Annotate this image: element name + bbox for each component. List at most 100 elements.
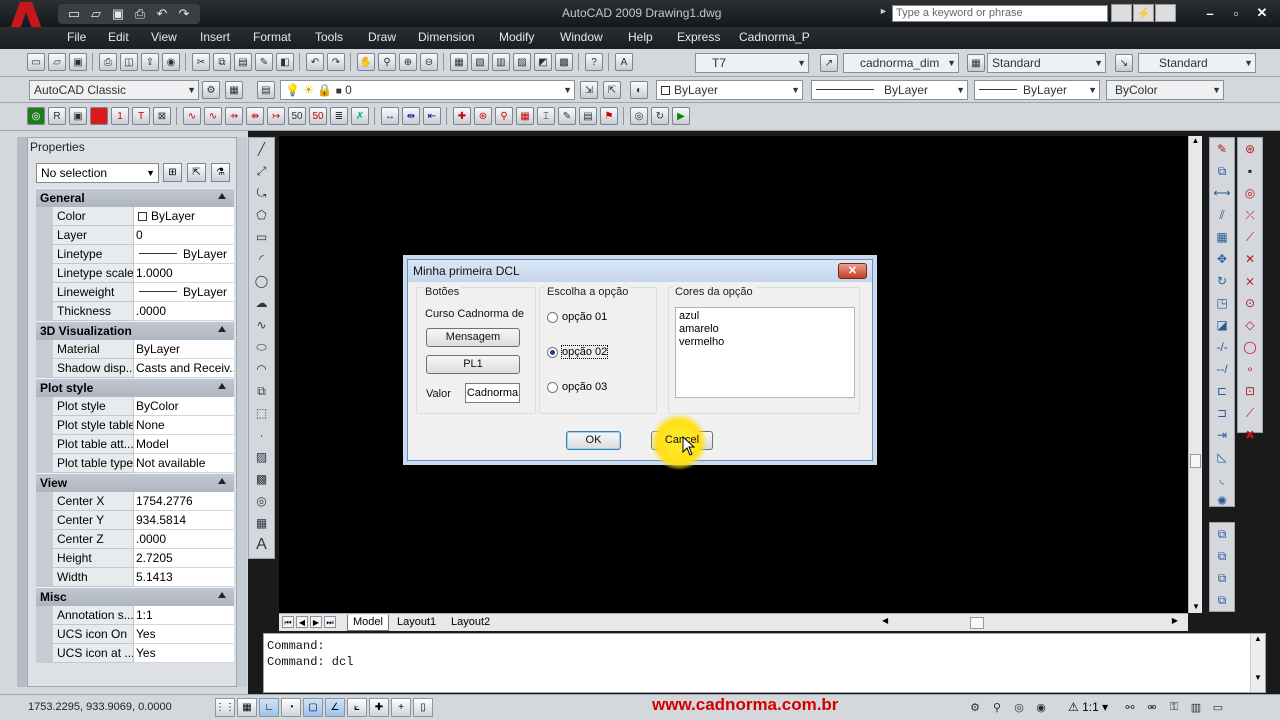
number-50-icon[interactable]: 50 xyxy=(288,107,306,125)
next-tab-icon[interactable]: ▶ xyxy=(310,616,322,628)
menu-help[interactable]: Help xyxy=(628,30,653,44)
scroll-down-icon[interactable]: ▼ xyxy=(1251,673,1265,682)
vertical-scrollbar[interactable]: ▲ ▼ xyxy=(1188,136,1202,613)
tab-model[interactable]: Model xyxy=(347,615,389,631)
new-file-icon[interactable]: ▭ xyxy=(64,5,84,23)
zoom-realtime-icon[interactable]: ⚲ xyxy=(378,53,396,71)
dynamic-input-icon[interactable]: ✚ xyxy=(369,698,389,717)
pl1-button[interactable]: PL1 xyxy=(426,355,520,374)
close-window-button[interactable]: ✕ xyxy=(1252,3,1272,23)
valor-field[interactable]: Cadnorma xyxy=(465,383,520,403)
prev-tab-icon[interactable]: ◀ xyxy=(296,616,308,628)
section-view[interactable]: View xyxy=(36,473,234,492)
collapse-icon[interactable] xyxy=(218,383,226,389)
dim-style-combo[interactable]: cadnorma_dim ▼ xyxy=(843,53,959,73)
radio-option-03[interactable]: opção 03 xyxy=(547,381,607,393)
search-expand-icon[interactable]: ► xyxy=(879,6,888,16)
revision-cloud-icon[interactable]: ☁ xyxy=(250,292,273,314)
tab-layout1[interactable]: Layout1 xyxy=(392,615,441,631)
properties-icon[interactable]: ▦ xyxy=(450,53,468,71)
redo-icon[interactable]: ↷ xyxy=(174,5,194,23)
arc-icon[interactable]: ◜ xyxy=(250,248,273,270)
palette-title-strip[interactable] xyxy=(17,137,27,687)
scale-icon[interactable]: ◳ xyxy=(1210,292,1234,314)
gradient-icon[interactable]: ▩ xyxy=(250,468,273,490)
mleader-style-icon[interactable]: ↘ xyxy=(1115,54,1133,72)
lock-ui-icon[interactable]: ⚿ xyxy=(1164,698,1184,717)
object-snap-icon[interactable]: ▢ xyxy=(303,698,323,717)
property-value[interactable]: 1754.2776 xyxy=(134,492,234,511)
rotate-icon[interactable]: ↻ xyxy=(1210,270,1234,292)
line-icon[interactable]: ╱ xyxy=(250,138,273,160)
colors-listbox[interactable]: azul amarelo vermelho xyxy=(675,307,855,398)
join-icon[interactable]: ⇥ xyxy=(1210,424,1234,446)
property-value[interactable]: ByLayer xyxy=(134,207,234,226)
paste-icon[interactable]: ▤ xyxy=(234,53,252,71)
block-editor-icon[interactable]: ◧ xyxy=(276,53,294,71)
property-row[interactable]: Annotation s... 1:1 xyxy=(36,606,234,625)
property-value[interactable]: 1.0000 xyxy=(134,264,234,283)
snap-grid-icon[interactable]: ▦ xyxy=(516,107,534,125)
save-icon[interactable]: ▣ xyxy=(69,53,87,71)
property-row[interactable]: Plot style table None xyxy=(36,416,234,435)
scroll-up-icon[interactable]: ▲ xyxy=(1189,136,1202,145)
construction-line-icon[interactable]: ⤢ xyxy=(250,160,273,182)
scroll-thumb[interactable] xyxy=(1190,454,1201,468)
horizontal-scrollbar[interactable]: ◀ ▶ xyxy=(878,613,1188,631)
menu-view[interactable]: View xyxy=(151,30,177,44)
spline-icon[interactable]: ∿ xyxy=(250,314,273,336)
snap-center-icon[interactable]: ⊛ xyxy=(474,107,492,125)
property-row[interactable]: Linetype ByLayer xyxy=(36,245,234,264)
snap-endpoint-icon[interactable]: ⤫ xyxy=(1238,204,1262,226)
copy-object-icon[interactable]: ⧉ xyxy=(1210,160,1234,182)
region-icon[interactable]: ◎ xyxy=(250,490,273,512)
snap-none-icon[interactable]: ✖ xyxy=(1238,424,1262,446)
scroll-right-icon[interactable]: ▶ xyxy=(1172,616,1178,625)
search-icon[interactable]: ⚲ xyxy=(1111,4,1132,22)
property-row[interactable]: Linetype scale 1.0000 xyxy=(36,264,234,283)
dialog-close-button[interactable]: ✕ xyxy=(838,263,867,279)
ellipse-arc-icon[interactable]: ◠ xyxy=(250,358,273,380)
toolbar-lock-icon[interactable]: ▥ xyxy=(1186,698,1206,717)
model-space-icon[interactable]: ⚙ xyxy=(965,698,985,717)
scroll-up-icon[interactable]: ▲ xyxy=(1251,634,1265,643)
ellipse-icon[interactable]: ⬭ xyxy=(250,336,273,358)
property-row[interactable]: Lineweight ByLayer xyxy=(36,283,234,302)
open-icon[interactable]: ▱ xyxy=(48,53,66,71)
break-icon[interactable]: ⊐ xyxy=(1210,402,1234,424)
section-tool-icon[interactable]: ✗ xyxy=(351,107,369,125)
property-value[interactable]: Casts and Receiv... xyxy=(134,359,234,378)
menu-window[interactable]: Window xyxy=(560,30,603,44)
menu-cadnorma[interactable]: Cadnorma_P xyxy=(739,30,810,44)
quickcalc-icon[interactable]: ▩ xyxy=(555,53,573,71)
cadnorma-logo-icon[interactable]: ◎ xyxy=(27,107,45,125)
menu-insert[interactable]: Insert xyxy=(200,30,230,44)
print-icon[interactable]: ⎙ xyxy=(130,5,150,23)
clean-screen-icon[interactable]: ▭ xyxy=(1208,698,1228,717)
temp-track-icon[interactable]: ⊛ xyxy=(1238,138,1262,160)
property-row[interactable]: Width 5.1413 xyxy=(36,568,234,587)
hatch-lines-icon[interactable]: ≣ xyxy=(330,107,348,125)
rectangle-icon[interactable]: ▭ xyxy=(250,226,273,248)
3d-dwf-icon[interactable]: ◉ xyxy=(162,53,180,71)
erase-icon[interactable]: ✎ xyxy=(1210,138,1234,160)
property-value[interactable]: Yes xyxy=(134,644,234,663)
palette-scrollbar[interactable] xyxy=(237,137,247,687)
property-row[interactable]: Plot table att... Model xyxy=(36,435,234,454)
property-value[interactable]: Yes xyxy=(134,625,234,644)
text-style-icon[interactable]: A xyxy=(615,53,633,71)
property-value[interactable]: ByColor xyxy=(134,397,234,416)
text-style-combo[interactable]: T7 ▼ xyxy=(695,53,809,73)
property-row[interactable]: Plot table type Not available xyxy=(36,454,234,473)
property-value[interactable]: Model xyxy=(134,435,234,454)
make-current-icon[interactable]: ⇲ xyxy=(580,81,598,99)
property-row[interactable]: Plot style ByColor xyxy=(36,397,234,416)
toggle-pickadd-icon[interactable]: ⊞ xyxy=(163,163,182,182)
save-icon[interactable]: ▣ xyxy=(108,5,128,23)
extend-icon[interactable]: --/ xyxy=(1210,358,1234,380)
snap-tangent-icon[interactable]: ⚲ xyxy=(495,107,513,125)
object-snap-tracking-icon[interactable]: ∠ xyxy=(325,698,345,717)
point-icon[interactable]: · xyxy=(250,424,273,446)
snap-insert-icon[interactable]: ⊡ xyxy=(1238,380,1262,402)
collapse-icon[interactable] xyxy=(218,326,226,332)
